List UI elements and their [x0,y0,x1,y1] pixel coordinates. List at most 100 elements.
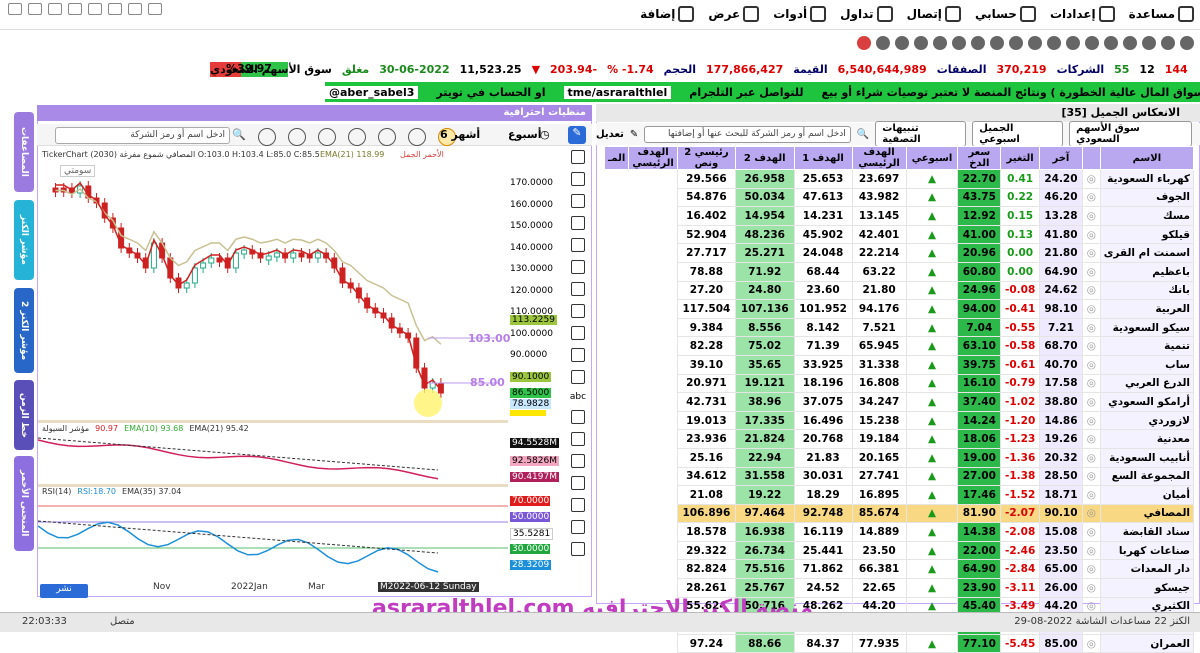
menu-view[interactable]: عرض [708,6,759,22]
magnet-icon[interactable] [1047,36,1061,50]
table-row[interactable]: العربية◎98.100.41-94.00▲94.176101.952107… [605,300,1194,319]
drop-icon[interactable] [1085,36,1099,50]
bars-icon[interactable] [571,454,585,468]
shield-icon[interactable] [1028,36,1042,50]
table-row[interactable]: تنمية◎68.700.58-63.10▲65.94571.3975.0282… [605,337,1194,356]
indicator-icon[interactable] [318,128,336,146]
table-row[interactable]: مسك◎13.280.1512.92▲13.14514.23114.95416.… [605,207,1194,226]
zoom-in-icon[interactable] [348,128,366,146]
refresh-icon[interactable] [88,3,102,15]
horizontal-line-icon[interactable] [571,216,585,230]
swap-icon[interactable] [895,36,909,50]
print-icon[interactable] [108,3,122,15]
ticker-telegram[interactable]: tme/asraralthlel [564,86,672,99]
cross-icon[interactable] [571,172,585,186]
window-icon[interactable] [28,3,42,15]
menu-account[interactable]: حسابي [975,6,1036,22]
menu-trade[interactable]: تداول [840,6,892,22]
edit-icon[interactable]: ✎ [630,129,638,140]
zoom-out-icon[interactable] [378,128,396,146]
clock-icon[interactable]: ◷ [540,128,550,141]
crosshair-icon[interactable] [258,128,276,146]
column-header[interactable] [1082,147,1100,170]
scan-select[interactable]: الجميل اسبوعي [972,121,1063,147]
table-row[interactable]: المصافي◎90.102.07-81.90▲85.67492.74897.4… [605,504,1194,523]
refresh-icon[interactable] [857,36,871,50]
camera-icon[interactable] [148,3,162,15]
zigzag-icon[interactable] [571,370,585,384]
table-row[interactable]: صناعات كهربا◎23.502.46-22.00▲23.5025.441… [605,541,1194,560]
trend-line-icon[interactable] [571,194,585,208]
timeframe-week[interactable]: أسبوع [508,128,542,141]
column-header[interactable]: سعر الدخ [958,147,1001,170]
table-row[interactable]: معدنية◎19.261.23-18.06▲19.18420.76821.82… [605,430,1194,449]
chart-search-input[interactable]: ادخل اسم أو رمز الشركة [55,127,230,144]
pattern-icon[interactable] [571,304,585,318]
scissors-icon[interactable] [876,36,890,50]
table-row[interactable]: لازوردي◎14.861.20-14.24▲15.23816.49617.3… [605,411,1194,430]
tab-kanz-index[interactable]: مؤشر الكنز [14,200,34,280]
pin-icon[interactable] [1104,36,1118,50]
market-name[interactable]: سوق الأسهم السعودي [210,63,332,76]
column-header[interactable]: الاسم [1100,147,1193,170]
grid-icon[interactable] [8,3,22,15]
column-header[interactable]: آخر [1039,147,1082,170]
arrow-icon[interactable] [571,348,585,362]
table-row[interactable]: جيسكو◎26.003.11-23.90▲22.6524.5225.76728… [605,579,1194,598]
table-row[interactable]: أنابيب السعودية◎20.321.36-19.00▲20.16521… [605,448,1194,467]
table-row[interactable]: الدرع العربي◎17.580.79-16.10▲16.80818.19… [605,374,1194,393]
cursor-icon[interactable] [571,150,585,164]
fibonacci-icon[interactable] [571,282,585,296]
cloud-icon[interactable] [1123,36,1137,50]
table-row[interactable]: سناد القابضة◎15.082.08-14.38▲14.88916.11… [605,523,1194,542]
table-row[interactable]: أرامكو السعودي◎38.801.02-37.40▲34.24737.… [605,393,1194,412]
column-header[interactable]: الهدف الرئيسي [629,147,678,170]
column-header[interactable]: المـ [605,147,629,170]
table-row[interactable]: العمران◎85.005.45-77.10▲77.93584.3788.66… [605,634,1194,653]
paint-icon[interactable] [571,498,585,512]
tab-time-line[interactable]: خط الزمن [14,380,34,450]
filter-alerts-button[interactable]: تنبيهات التصفية [875,121,966,147]
target-icon[interactable] [1009,36,1023,50]
menu-settings[interactable]: إعدادات [1050,6,1115,22]
bulb-icon[interactable] [1180,36,1194,50]
market-select[interactable]: سوق الأسهم السعودي [1069,121,1192,147]
draw-pencil-icon[interactable]: ✎ [568,126,586,144]
edit-button[interactable]: تعديل [596,129,624,140]
wave-icon[interactable] [571,326,585,340]
table-row[interactable]: سيكو السعودية◎7.210.55-7.04▲7.5218.1428.… [605,318,1194,337]
timeframe-6m[interactable]: 6 أشهر [440,128,480,141]
menu-tools[interactable]: أدوات [773,6,826,22]
chart-icon[interactable] [933,36,947,50]
globe-icon[interactable] [1142,36,1156,50]
ticker-twitter[interactable]: aber_sabel3@ [325,86,418,99]
table-search-input[interactable]: ادخل اسم أو رمز الشركة للبحث عنها أو إضا… [644,126,851,143]
table-row[interactable]: ساب◎40.700.61-39.75▲31.33833.92535.6539.… [605,355,1194,374]
column-header[interactable]: اسبوعي [906,147,958,170]
column-header[interactable]: الهدف الرئيسي [852,147,906,170]
rsi-chart[interactable] [38,496,508,580]
lock-icon[interactable] [571,542,585,556]
table-row[interactable]: كهرباء السعودية◎24.200.4122.70▲23.69725.… [605,170,1194,189]
table-row[interactable]: باعظيم◎64.900.0060.80▲63.2268.4471.9278.… [605,262,1194,281]
tv-icon[interactable] [128,3,142,15]
gear-icon[interactable] [971,36,985,50]
list-icon[interactable] [571,432,585,446]
search-icon[interactable]: 🔍 [857,129,869,140]
menu-add[interactable]: إضافة [640,6,694,22]
hide-icon[interactable] [571,520,585,534]
tab-kanz-index-2[interactable]: مؤشر الكنز 2 [14,288,34,373]
measure-icon[interactable] [571,410,585,424]
reset-icon[interactable] [408,128,426,146]
liquidity-chart[interactable] [38,432,508,484]
save-icon[interactable] [68,3,82,15]
plus-circle-icon[interactable] [990,36,1004,50]
delete-icon[interactable] [571,476,585,490]
table-row[interactable]: قيلكو◎41.800.1341.00▲42.40145.90248.2365… [605,225,1194,244]
compass-icon[interactable] [952,36,966,50]
table-row[interactable]: أميان◎18.711.52-17.46▲16.89518.2919.2221… [605,486,1194,505]
percent-icon[interactable] [1161,36,1175,50]
table-row[interactable]: الجوف◎46.200.2243.75▲43.98247.61350.0345… [605,188,1194,207]
tab-multipliers[interactable]: المضاعفات [14,112,34,192]
column-header[interactable]: رئيسي 2 ونص [677,147,735,170]
